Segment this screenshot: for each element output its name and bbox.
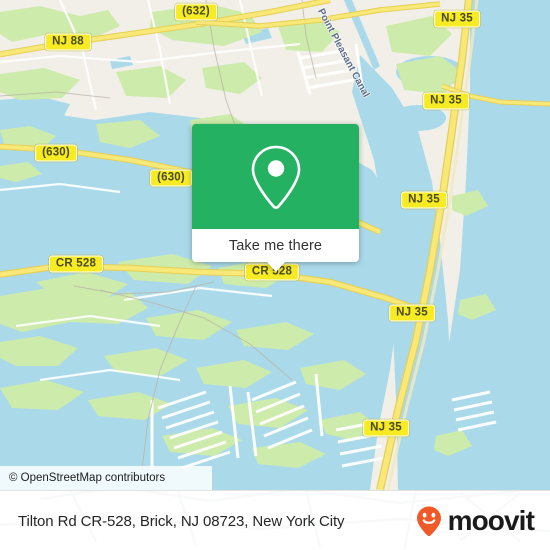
route-shield: CR 528 [48,255,104,273]
route-shield: NJ 35 [423,92,469,110]
moovit-brand[interactable]: moovit [412,504,535,538]
route-shield: (630) [150,169,192,187]
popup-tail-pointer [266,262,285,272]
route-shield: NJ 35 [363,419,409,437]
address-label: Tilton Rd CR-528, Brick, NJ 08723, New Y… [18,512,345,530]
map-canvas[interactable]: NJ 88 (632) NJ 35 NJ 35 (630) (630) NJ 35 CR 52… [0,0,550,490]
footer-content: Tilton Rd CR-528, Brick, NJ 08723, New Y… [0,491,550,550]
route-shield: NJ 35 [389,304,435,322]
route-shield: NJ 35 [434,10,480,28]
location-popup-card[interactable]: Take me there [192,124,359,272]
route-shield: NJ 35 [401,191,447,209]
osm-attribution-text: © OpenStreetMap contributors [9,472,166,484]
take-me-there-label: Take me there [228,237,323,254]
map-pin-outline-icon [251,145,300,209]
popup-pin-panel [192,124,359,229]
moovit-wordmark: moovit [447,505,535,536]
route-shield: (630) [35,144,77,162]
moovit-pin-smiley-icon [416,506,441,537]
route-shield: NJ 88 [45,33,91,51]
osm-attribution-bar[interactable]: © OpenStreetMap contributors [0,466,212,490]
moovit-map-screenshot: NJ 88 (632) NJ 35 NJ 35 (630) (630) NJ 35 CR 52… [0,0,550,550]
footer-bar: Tilton Rd CR-528, Brick, NJ 08723, New Y… [0,490,550,550]
route-shield: (632) [175,3,217,21]
popup-action-bar[interactable]: Take me there [192,229,359,262]
